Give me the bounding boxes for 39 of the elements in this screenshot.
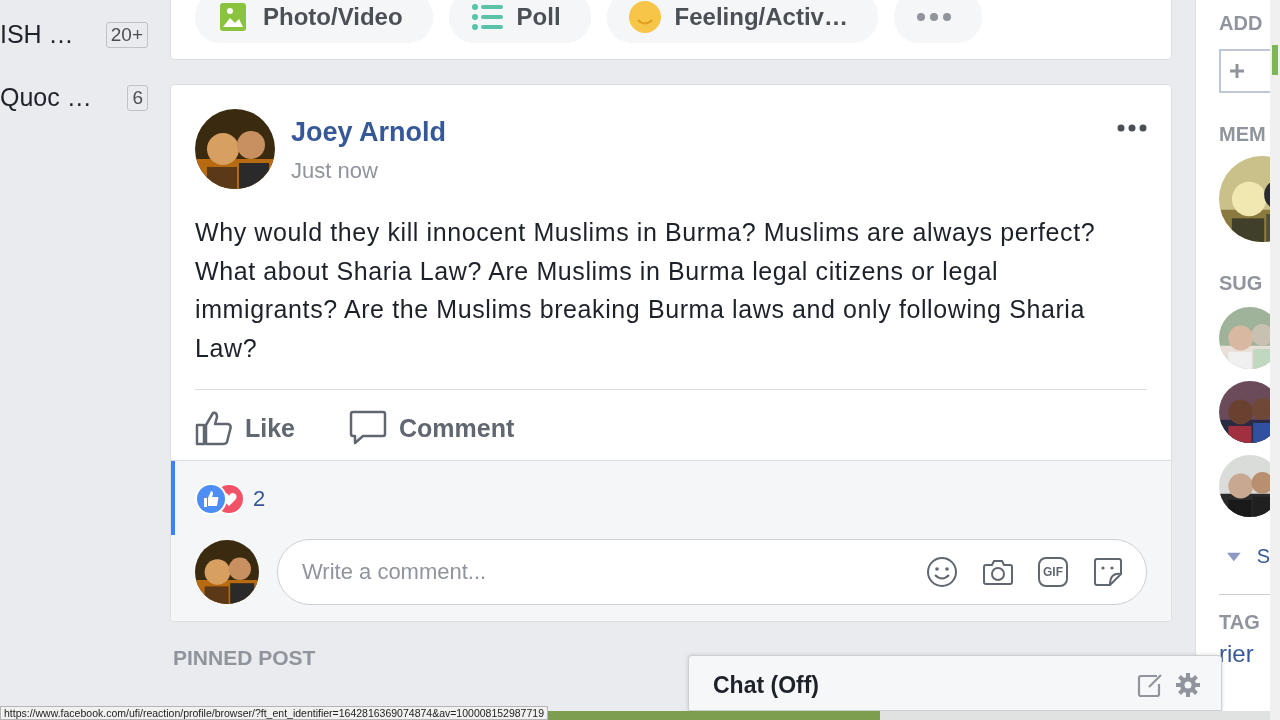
photo-icon	[217, 1, 249, 33]
speech-bubble-icon	[349, 410, 388, 446]
composer-option[interactable]: Photo/Video	[195, 0, 433, 43]
composer-option[interactable]	[893, 0, 982, 43]
comment-button[interactable]: Comment	[349, 410, 515, 446]
settings-icon[interactable]	[1175, 672, 1201, 698]
section-heading: SUG	[1219, 272, 1264, 295]
section-heading: MEM	[1219, 123, 1267, 146]
section-heading: PINNED POST	[172, 646, 317, 670]
sticker-icon[interactable]	[1092, 556, 1124, 588]
like-button[interactable]: Like	[195, 410, 296, 446]
smiley-icon	[628, 1, 661, 33]
smiley-icon[interactable]	[926, 556, 958, 588]
more-icon[interactable]	[1117, 123, 1147, 133]
count-badge: 6	[127, 84, 148, 111]
comment-field[interactable]: Write a comment... GIF	[277, 539, 1147, 605]
reaction-count[interactable]: 2	[253, 486, 266, 512]
section-heading: ADD	[1219, 12, 1264, 35]
composer-option[interactable]: Feeling/Activ…	[606, 0, 878, 43]
group-link[interactable]: ISH …	[0, 20, 74, 49]
thumbs-up-icon	[195, 410, 233, 446]
section-heading: TAG	[1219, 611, 1261, 634]
tag-link[interactable]: rier	[1219, 640, 1270, 668]
status-url: https://www.facebook.com/ufi/reaction/profile/browser/?ft_ent_identifier=1642816369074874&av=100008152987719	[0, 706, 548, 720]
composer-option[interactable]: Poll	[448, 0, 591, 43]
caret-icon[interactable]	[1227, 551, 1241, 562]
see-more-link[interactable]: S	[1256, 545, 1270, 568]
chat-title[interactable]: Chat (Off)	[713, 672, 1125, 699]
group-link[interactable]: Quoc …	[0, 83, 92, 112]
post-text: Why would they kill innocent Muslims in Burma? Muslims are always perfect? What about Sharia Law? Are Muslims in Burma legal citizens or legal immigrants? Are the Muslims breaking Burma laws and only following Sharia Law?	[195, 217, 1097, 364]
reaction-icons[interactable]	[195, 483, 245, 515]
compose-icon[interactable]	[1137, 672, 1163, 698]
list-icon	[470, 1, 503, 33]
more-icon	[915, 12, 952, 22]
count-badge: 20+	[105, 21, 148, 48]
scrollbar[interactable]	[1270, 0, 1280, 720]
plus-icon	[1229, 63, 1245, 79]
gif-icon[interactable]: GIF	[1038, 557, 1068, 587]
author-name[interactable]: Joey Arnold	[291, 117, 1101, 148]
